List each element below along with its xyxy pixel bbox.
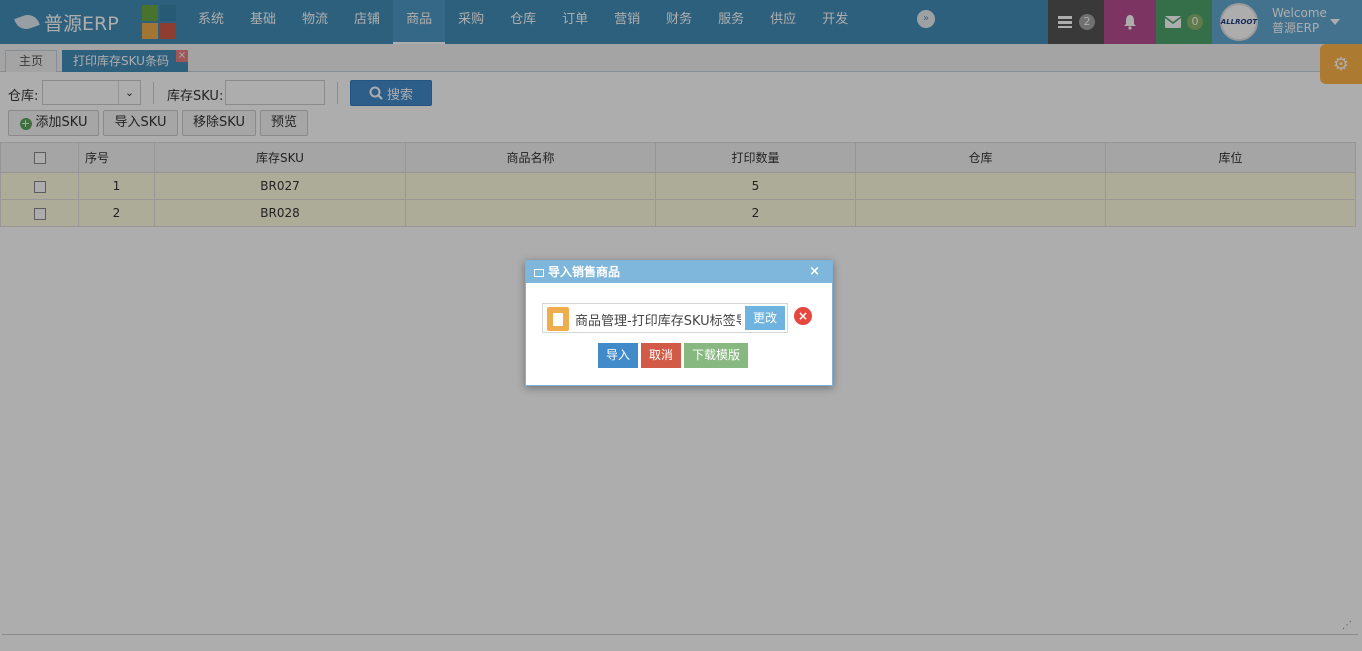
import-button[interactable]: 导入 xyxy=(598,343,638,368)
file-icon xyxy=(547,307,569,331)
file-input[interactable]: 商品管理-打印库存SKU标签导入模版.xls 更改 xyxy=(542,303,788,333)
file-name: 商品管理-打印库存SKU标签导入模版.xls xyxy=(575,314,741,329)
change-file-button[interactable]: 更改 xyxy=(745,306,785,330)
dialog-header: 导入销售商品 × xyxy=(526,261,832,283)
import-dialog: 导入销售商品 × 商品管理-打印库存SKU标签导入模版.xls 更改 × 导入 … xyxy=(525,260,833,386)
close-icon[interactable]: × xyxy=(809,261,820,283)
dialog-title: 导入销售商品 xyxy=(548,265,621,279)
window-icon xyxy=(534,269,544,277)
download-template-button[interactable]: 下载模版 xyxy=(684,343,748,368)
cancel-button[interactable]: 取消 xyxy=(641,343,681,368)
clear-file-icon[interactable]: × xyxy=(794,307,812,325)
